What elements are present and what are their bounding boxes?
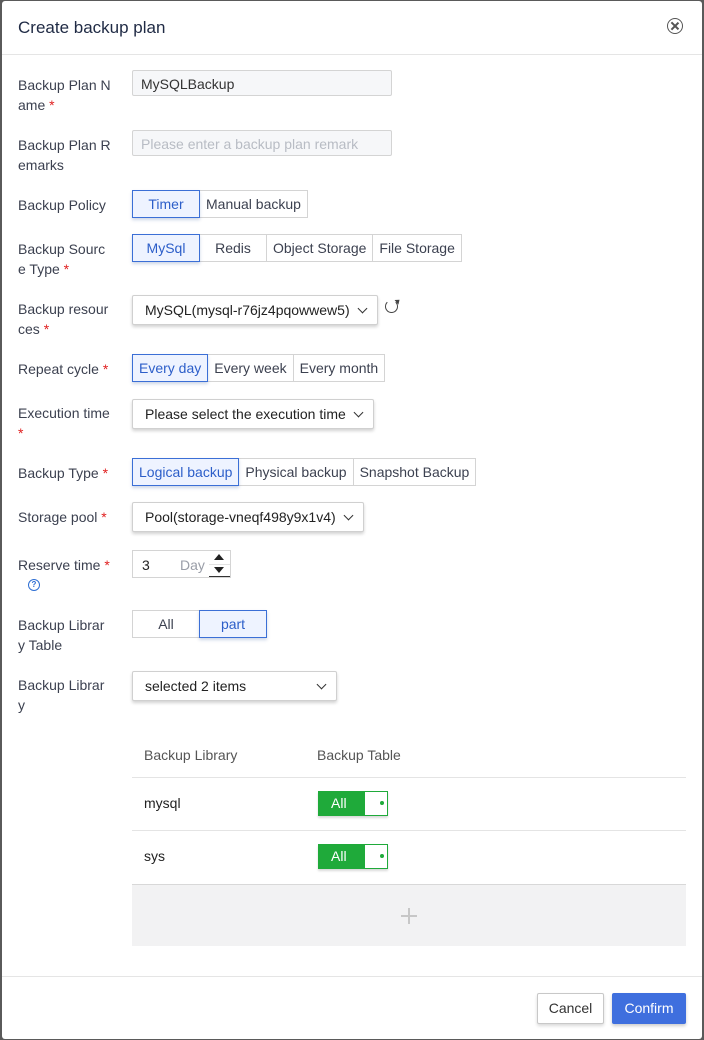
resources-select[interactable]: MySQL(mysql-r76jz4pqowwew5) — [132, 295, 378, 325]
library-table-segmented: All part — [132, 610, 267, 638]
toggle-dot — [380, 854, 384, 858]
repeat-label: Repeat cycle * — [18, 361, 109, 377]
execution-time-select[interactable]: Please select the execution time — [132, 399, 374, 429]
backup-type-option-physical[interactable]: Physical backup — [238, 458, 354, 486]
toggle-label: All — [319, 845, 365, 868]
row-library-name: mysql — [144, 795, 181, 811]
confirm-button[interactable]: Confirm — [612, 993, 686, 1024]
reserve-time-label: Reserve time * — [18, 557, 110, 573]
repeat-option-month[interactable]: Every month — [292, 354, 386, 382]
table-row: mysql All — [132, 777, 686, 830]
repeat-option-week[interactable]: Every week — [207, 354, 294, 382]
repeat-option-day[interactable]: Every day — [132, 354, 209, 382]
close-icon[interactable] — [667, 18, 683, 34]
column-header-library: Backup Library — [144, 747, 238, 763]
dialog-header: Create backup plan — [2, 1, 702, 55]
remarks-input[interactable]: Please enter a backup plan remark — [132, 130, 392, 156]
dialog-footer: Cancel Confirm — [2, 976, 702, 1040]
repeat-segmented: Every day Every week Every month — [132, 354, 386, 382]
resources-label: Backup resour ces * — [18, 301, 109, 337]
storage-pool-select[interactable]: Pool(storage-vneqf498y9x1v4) — [132, 502, 364, 532]
backup-type-segmented: Logical backup Physical backup Snapshot … — [132, 458, 477, 486]
reserve-time-value[interactable]: 3 — [142, 557, 150, 573]
add-row-button[interactable] — [132, 884, 686, 946]
source-option-object-storage[interactable]: Object Storage — [266, 234, 374, 262]
plus-icon-vertical — [408, 908, 410, 924]
policy-label: Backup Policy — [18, 197, 106, 213]
chevron-down-icon — [353, 407, 364, 418]
create-backup-plan-dialog: Create backup plan Backup Plan Name * My… — [2, 1, 702, 1039]
column-header-table: Backup Table — [317, 747, 401, 763]
backup-type-option-snapshot[interactable]: Snapshot Backup — [352, 458, 477, 486]
row-library-name: sys — [144, 848, 165, 864]
policy-option-timer[interactable]: Timer — [132, 190, 200, 218]
chevron-down-icon — [357, 303, 368, 314]
chevron-down-icon — [343, 510, 354, 521]
source-option-file-storage[interactable]: File Storage — [372, 234, 462, 262]
source-type-segmented: MySql Redis Object Storage File Storage — [132, 234, 462, 262]
toggle-dot — [380, 801, 384, 805]
policy-segmented: Timer Manual backup — [132, 190, 308, 218]
reserve-time-stepper[interactable]: 3 Day — [132, 550, 231, 578]
plan-name-label: Backup Plan Name * — [18, 77, 111, 113]
stepper-down-icon[interactable] — [209, 564, 230, 577]
help-icon[interactable]: ? — [28, 579, 40, 591]
backup-table-toggle[interactable]: All — [318, 844, 388, 869]
source-option-redis[interactable]: Redis — [199, 234, 267, 262]
plan-name-input[interactable]: MySQLBackup — [132, 70, 392, 96]
stepper-up-icon[interactable] — [209, 551, 230, 564]
toggle-label: All — [319, 792, 365, 815]
chevron-down-icon — [316, 679, 327, 690]
backup-type-option-logical[interactable]: Logical backup — [132, 458, 240, 486]
storage-pool-label: Storage pool * — [18, 509, 107, 525]
stepper-buttons — [209, 551, 230, 577]
library-table-label: Backup Librar y Table — [18, 617, 105, 653]
dialog-title: Create backup plan — [18, 18, 166, 37]
source-option-mysql[interactable]: MySql — [132, 234, 200, 262]
table-row: sys All — [132, 830, 686, 883]
library-table-option-all[interactable]: All — [132, 610, 200, 638]
reserve-time-unit: Day — [180, 557, 205, 573]
execution-time-label: Execution time * — [18, 405, 110, 441]
cancel-button[interactable]: Cancel — [537, 993, 604, 1024]
library-table-option-part[interactable]: part — [199, 610, 267, 638]
backup-type-label: Backup Type * — [18, 465, 109, 481]
source-type-label: Backup Sourc e Type * — [18, 241, 106, 277]
refresh-icon[interactable] — [385, 300, 398, 313]
backup-table-toggle[interactable]: All — [318, 791, 388, 816]
library-select[interactable]: selected 2 items — [132, 671, 337, 701]
remarks-label: Backup Plan Remarks — [18, 137, 111, 173]
library-label: Backup Librar y — [18, 677, 105, 713]
policy-option-manual[interactable]: Manual backup — [199, 190, 308, 218]
